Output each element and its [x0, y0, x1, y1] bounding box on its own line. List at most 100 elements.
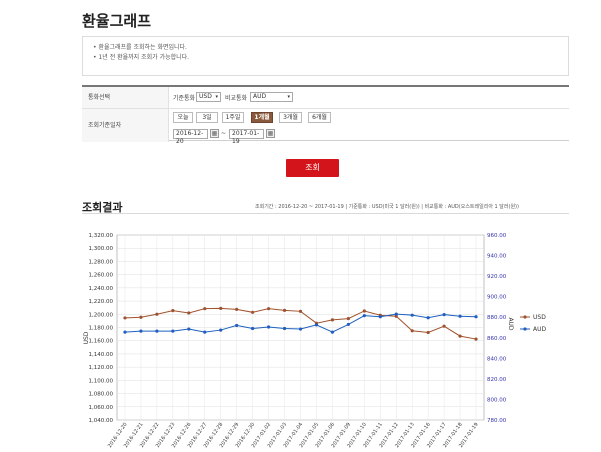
y-right-tick-label: 820.00	[487, 377, 507, 383]
y-right-tick-label: 860.00	[487, 336, 507, 342]
data-point-usd	[139, 315, 143, 319]
y-left-tick-label: 1,320.00	[89, 233, 114, 239]
legend-marker-aud	[523, 327, 527, 331]
y-left-tick-label: 1,080.00	[89, 392, 114, 398]
chevron-down-icon: ▾	[287, 94, 290, 100]
data-point-usd	[187, 311, 191, 315]
data-point-usd	[442, 324, 446, 328]
period-button-6months[interactable]: 6개월	[308, 112, 331, 123]
y-right-tick-label: 800.00	[487, 397, 507, 403]
data-point-aud	[474, 315, 478, 319]
search-button[interactable]: 조회	[286, 159, 339, 177]
data-point-aud	[410, 313, 414, 317]
y-left-tick-label: 1,280.00	[89, 259, 114, 265]
data-point-usd	[330, 318, 335, 322]
data-point-aud	[171, 329, 175, 333]
y-right-tick-label: 780.00	[487, 418, 507, 424]
data-point-aud	[346, 322, 350, 327]
data-point-usd	[251, 310, 255, 314]
data-point-aud	[442, 313, 446, 317]
data-point-aud	[235, 323, 239, 328]
legend-label-aud: AUD	[533, 326, 546, 333]
data-point-usd	[426, 330, 430, 335]
calendar-icon[interactable]: ▦	[266, 129, 275, 138]
data-point-aud	[330, 330, 335, 334]
currency-label: 통화선택	[82, 87, 169, 108]
data-point-aud	[378, 315, 382, 319]
data-point-aud	[282, 326, 287, 331]
period-label: 조회기준일자	[82, 109, 169, 142]
notice-line-1: • 환율그래프를 조회하는 화면입니다.	[93, 44, 187, 51]
data-point-usd	[282, 308, 287, 312]
data-point-usd	[155, 312, 159, 316]
base-currency-label: 기준통화	[173, 95, 196, 102]
data-point-usd	[474, 337, 478, 341]
notice-line-2: • 1년 전 환율까지 조회가 가능합니다.	[93, 54, 190, 61]
y-left-tick-label: 1,180.00	[89, 326, 114, 332]
y-right-tick-label: 880.00	[487, 315, 507, 321]
chevron-down-icon: ▾	[215, 94, 218, 100]
data-point-aud	[123, 330, 127, 334]
data-point-aud	[362, 314, 366, 318]
y-left-tick-label: 1,300.00	[89, 246, 114, 252]
y-right-tick-label: 940.00	[487, 254, 507, 260]
data-point-aud	[187, 327, 191, 331]
y-left-tick-label: 1,060.00	[89, 405, 114, 411]
data-point-usd	[123, 316, 127, 320]
y-left-tick-label: 1,260.00	[89, 273, 114, 279]
chart-legend: USD AUD	[520, 314, 546, 333]
start-date-input[interactable]: 2016-12-20	[173, 129, 208, 145]
base-currency-select[interactable]: USD ▾	[196, 92, 221, 102]
result-info: 조회기간 : 2016-12-20 ~ 2017-01-19 | 기준통화 : …	[255, 204, 519, 210]
y-left-tick-label: 1,220.00	[89, 299, 114, 305]
top-breadcrumb-fragment	[145, 0, 345, 4]
notice-box: • 환율그래프를 조회하는 화면입니다. • 1년 전 환율까지 조회가 가능합…	[82, 36, 569, 76]
data-point-aud	[426, 316, 430, 320]
data-point-usd	[298, 309, 303, 313]
data-point-aud	[298, 327, 303, 331]
left-axis-ticks: 1,320.00 1,300.00 1,280.00 1,260.00 1,240.00…	[89, 233, 114, 424]
compare-currency-select[interactable]: AUD ▾	[250, 92, 293, 102]
page-title: 환율그래프	[82, 12, 152, 30]
y-right-tick-label: 960.00	[487, 233, 507, 239]
y-left-tick-label: 1,040.00	[89, 418, 114, 424]
data-point-usd	[346, 316, 350, 321]
period-button-3months[interactable]: 3개월	[279, 112, 302, 123]
period-button-3days[interactable]: 3일	[196, 112, 218, 123]
exchange-rate-chart: 1,320.00 1,300.00 1,280.00 1,260.00 1,240.00…	[83, 233, 546, 449]
data-point-aud	[458, 314, 462, 318]
y-right-tick-label: 920.00	[487, 274, 507, 280]
compare-currency-label: 비교통화	[225, 95, 248, 102]
y-left-tick-label: 1,100.00	[89, 378, 114, 384]
search-form: 통화선택 기준통화 USD ▾ 비교통화 AUD ▾ 조회기준일자 오늘 3일 1주…	[82, 85, 569, 145]
y-left-tick-label: 1,120.00	[89, 365, 114, 371]
legend-marker-usd	[523, 315, 527, 319]
data-point-usd	[458, 334, 462, 338]
y-right-tick-label: 900.00	[487, 295, 507, 301]
data-point-aud	[155, 329, 159, 333]
date-separator: ~	[221, 130, 227, 137]
legend-label-usd: USD	[533, 314, 546, 321]
data-point-usd	[362, 309, 366, 313]
data-point-usd	[235, 307, 239, 311]
period-button-today[interactable]: 오늘	[173, 112, 193, 123]
data-point-aud	[314, 323, 319, 327]
period-button-1month[interactable]: 1개월	[251, 112, 273, 123]
calendar-icon[interactable]: ▦	[210, 129, 219, 138]
y-left-tick-label: 1,160.00	[89, 339, 114, 345]
period-button-1week[interactable]: 1주일	[222, 112, 244, 123]
data-point-usd	[410, 329, 414, 333]
data-point-usd	[171, 309, 175, 313]
data-point-usd	[219, 306, 223, 310]
right-axis-ticks: 960.00 940.00 920.00 900.00 880.00 860.00 840.…	[487, 233, 507, 424]
base-currency-value: USD	[199, 93, 212, 100]
data-point-aud	[139, 329, 143, 333]
compare-currency-value: AUD	[253, 93, 267, 100]
y-axis-left-label: USD	[83, 331, 90, 344]
end-date-input[interactable]: 2017-01-19	[229, 129, 264, 145]
data-point-aud	[394, 312, 398, 316]
data-point-aud	[219, 328, 223, 332]
y-left-tick-label: 1,240.00	[89, 286, 114, 292]
y-axis-right-label: AUD	[507, 317, 514, 330]
y-right-tick-label: 840.00	[487, 356, 507, 362]
